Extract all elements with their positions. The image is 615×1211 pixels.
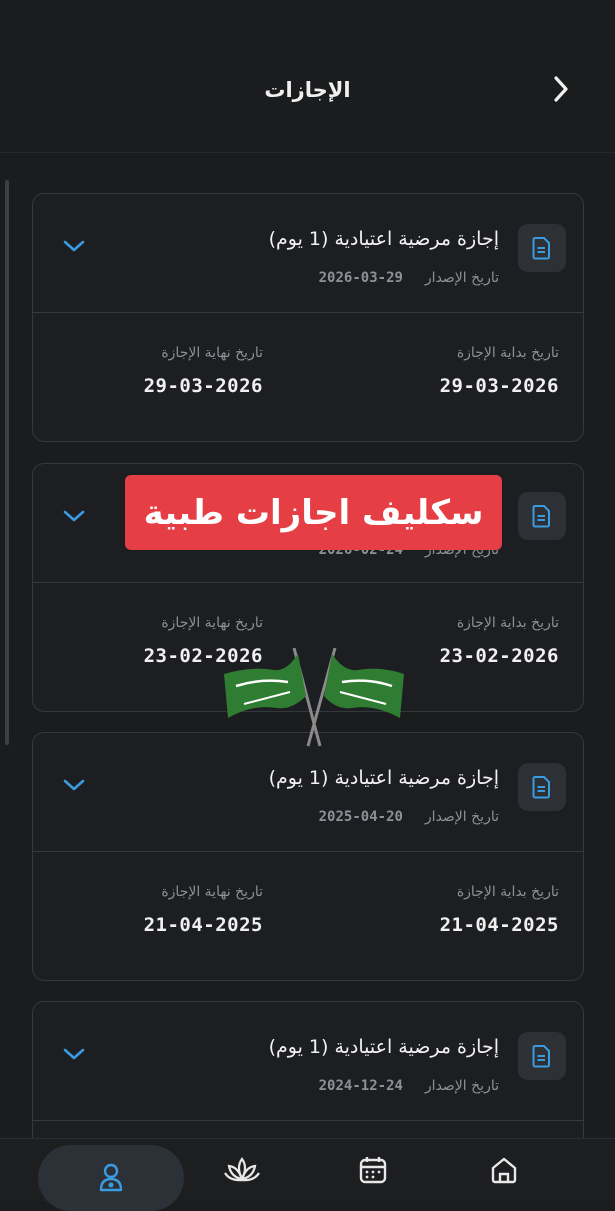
start-date-value: 23-02-2026 [439, 645, 559, 667]
issue-label: تاريخ الإصدار [424, 1078, 499, 1094]
scrollbar[interactable] [5, 180, 9, 745]
start-date-label: تاريخ بداية الإجازة [456, 884, 559, 900]
promo-banner: سكليف اجازات طبية [125, 475, 502, 550]
start-date-label: تاريخ بداية الإجازة [456, 345, 559, 361]
end-date-label: تاريخ نهاية الإجازة [161, 884, 263, 900]
expand-button[interactable] [59, 773, 89, 797]
lotus-icon [224, 1157, 260, 1182]
chevron-down-icon [63, 240, 85, 252]
end-date-value: 21-04-2025 [143, 914, 263, 936]
start-date-field: تاريخ بداية الإجازة 29-03-2026 [440, 345, 559, 397]
document-icon [518, 1032, 566, 1080]
issue-row: تاريخ الإصدار 24-12-2024 [319, 1078, 499, 1094]
nav-profile[interactable] [38, 1145, 184, 1211]
issue-row: تاريخ الإصدار 20-04-2025 [319, 809, 499, 825]
expand-button[interactable] [59, 504, 89, 528]
leave-card[interactable]: إجازة مرضية اعتيادية (1 يوم) تاريخ الإصد… [32, 193, 584, 442]
saudi-flags-icon [224, 648, 404, 747]
chevron-down-icon [63, 510, 85, 522]
issue-row: تاريخ الإصدار 29-03-2026 [319, 270, 499, 286]
start-date-value: 29-03-2026 [439, 375, 559, 397]
leave-type: إجازة مرضية اعتيادية (1 يوم) [268, 767, 499, 789]
end-date-label: تاريخ نهاية الإجازة [161, 615, 263, 631]
person-icon [99, 1163, 123, 1192]
calendar-icon [359, 1157, 387, 1184]
issue-label: تاريخ الإصدار [424, 809, 499, 825]
expand-button[interactable] [59, 1042, 89, 1066]
nav-wellness[interactable] [202, 1139, 282, 1201]
start-date-label: تاريخ بداية الإجازة [456, 615, 559, 631]
nav-calendar[interactable] [333, 1139, 413, 1201]
nav-home[interactable] [464, 1139, 544, 1201]
end-date-value: 29-03-2026 [143, 375, 263, 397]
chevron-down-icon [63, 779, 85, 791]
start-date-value: 21-04-2025 [439, 914, 559, 936]
page-title: الإجازات [264, 78, 351, 102]
home-icon [491, 1157, 517, 1184]
leave-type: إجازة مرضية اعتيادية (1 يوم) [268, 1036, 499, 1058]
issue-date: 24-12-2024 [318, 1078, 403, 1094]
expand-button[interactable] [59, 234, 89, 258]
app-header: الإجازات [0, 0, 615, 153]
document-icon [518, 492, 566, 540]
bottom-nav [0, 1138, 615, 1211]
issue-date: 20-04-2025 [318, 809, 403, 825]
end-date-field: تاريخ نهاية الإجازة 29-03-2026 [113, 345, 263, 397]
start-date-field: تاريخ بداية الإجازة 23-02-2026 [440, 615, 559, 667]
leave-type: إجازة مرضية اعتيادية (1 يوم) [268, 228, 499, 250]
start-date-field: تاريخ بداية الإجازة 21-04-2025 [440, 884, 559, 936]
end-date-field: تاريخ نهاية الإجازة 21-04-2025 [113, 884, 263, 936]
leave-card[interactable]: إجازة مرضية اعتيادية (1 يوم) تاريخ الإصد… [32, 732, 584, 981]
back-button[interactable] [547, 74, 575, 104]
chevron-right-icon [554, 76, 568, 102]
end-date-label: تاريخ نهاية الإجازة [161, 345, 263, 361]
document-icon [518, 224, 566, 272]
document-icon [518, 763, 566, 811]
issue-label: تاريخ الإصدار [424, 270, 499, 286]
issue-date: 29-03-2026 [318, 270, 403, 286]
chevron-down-icon [63, 1048, 85, 1060]
